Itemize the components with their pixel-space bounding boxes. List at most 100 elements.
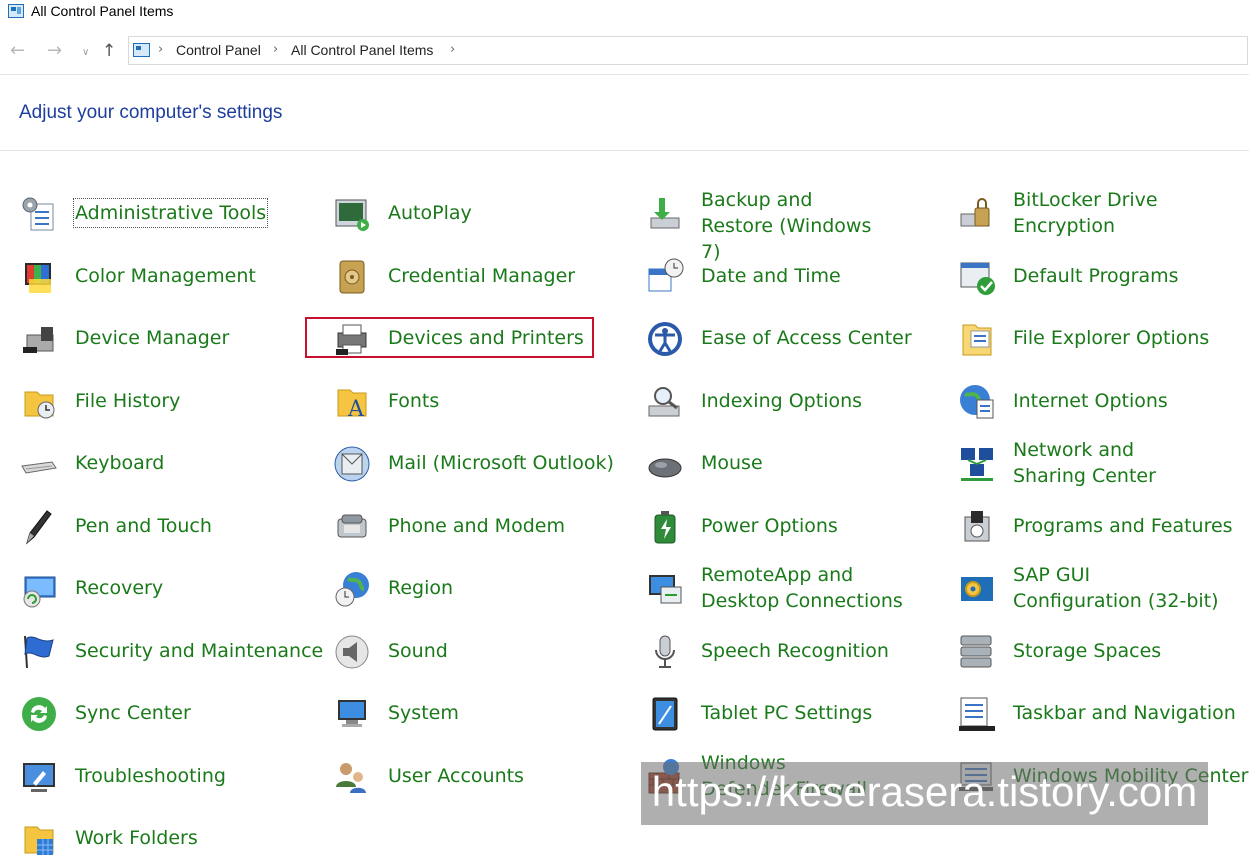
control-panel-item-power-options[interactable]: Power Options xyxy=(645,505,935,549)
item-label[interactable]: Administrative Tools xyxy=(72,198,269,228)
control-panel-item-system[interactable]: System xyxy=(332,692,622,736)
item-label[interactable]: Sync Center xyxy=(75,700,191,726)
item-label[interactable]: Pen and Touch xyxy=(75,513,212,539)
control-panel-item-work-folders[interactable]: Work Folders xyxy=(19,817,309,861)
ease-of-access-icon xyxy=(645,319,685,359)
control-panel-item-phone-and-modem[interactable]: Phone and Modem xyxy=(332,505,622,549)
item-label[interactable]: Ease of Access Center xyxy=(701,325,912,351)
item-label[interactable]: File History xyxy=(75,388,180,414)
item-label[interactable]: Recovery xyxy=(75,575,163,601)
item-label[interactable]: System xyxy=(388,700,459,726)
control-panel-item-internet-options[interactable]: Internet Options xyxy=(957,380,1247,424)
control-panel-item-region[interactable]: Region xyxy=(332,567,622,611)
forward-arrow-icon[interactable]: → xyxy=(47,40,62,62)
control-panel-item-administrative-tools[interactable]: Administrative Tools xyxy=(19,192,309,236)
item-label[interactable]: Device Manager xyxy=(75,325,229,351)
item-label[interactable]: SAP GUI Configuration (32-bit) xyxy=(1013,562,1223,614)
item-label[interactable]: BitLocker Drive Encryption xyxy=(1013,187,1223,239)
item-label[interactable]: Backup and Restore (Windows 7) xyxy=(701,187,886,265)
control-panel-item-speech-recognition[interactable]: Speech Recognition xyxy=(645,630,935,674)
item-label[interactable]: Region xyxy=(388,575,453,601)
item-label[interactable]: AutoPlay xyxy=(388,200,472,226)
divider xyxy=(0,74,1249,75)
control-panel-item-ease-of-access-center[interactable]: Ease of Access Center xyxy=(645,317,935,361)
keyboard-icon xyxy=(19,444,59,484)
control-panel-item-sound[interactable]: Sound xyxy=(332,630,622,674)
control-panel-item-security-and-maintenance[interactable]: Security and Maintenance xyxy=(19,630,323,674)
item-label[interactable]: File Explorer Options xyxy=(1013,325,1209,351)
address-bar[interactable]: › Control Panel › All Control Panel Item… xyxy=(128,36,1248,65)
control-panel-item-fonts[interactable]: A Fonts xyxy=(332,380,622,424)
breadcrumb-chevron-icon[interactable]: › xyxy=(158,42,163,57)
control-panel-item-mail-microsoft-outlook[interactable]: Mail (Microsoft Outlook) xyxy=(332,442,622,486)
divider xyxy=(0,150,1249,151)
breadcrumb-chevron-icon[interactable]: › xyxy=(450,42,455,57)
control-panel-icon xyxy=(8,4,24,18)
item-label[interactable]: Network and Sharing Center xyxy=(1013,437,1213,489)
control-panel-item-pen-and-touch[interactable]: Pen and Touch xyxy=(19,505,309,549)
control-panel-icon xyxy=(133,43,150,57)
item-label[interactable]: Keyboard xyxy=(75,450,164,476)
item-label[interactable]: Mouse xyxy=(701,450,763,476)
control-panel-item-user-accounts[interactable]: User Accounts xyxy=(332,755,622,799)
breadcrumb-chevron-icon[interactable]: › xyxy=(273,42,278,57)
control-panel-item-autoplay[interactable]: AutoPlay xyxy=(332,192,622,236)
folder-options-icon xyxy=(957,319,997,359)
item-label[interactable]: Color Management xyxy=(75,263,256,289)
item-label[interactable]: Troubleshooting xyxy=(75,763,226,789)
item-label[interactable]: Date and Time xyxy=(701,263,841,289)
control-panel-item-recovery[interactable]: Recovery xyxy=(19,567,309,611)
item-label[interactable]: Mail (Microsoft Outlook) xyxy=(388,450,614,476)
control-panel-item-remoteapp-and-desktop-connections[interactable]: RemoteApp and Desktop Connections xyxy=(645,564,935,612)
control-panel-item-device-manager[interactable]: Device Manager xyxy=(19,317,309,361)
control-panel-item-programs-and-features[interactable]: Programs and Features xyxy=(957,505,1247,549)
control-panel-item-storage-spaces[interactable]: Storage Spaces xyxy=(957,630,1247,674)
item-label[interactable]: Fonts xyxy=(388,388,439,414)
control-panel-item-file-explorer-options[interactable]: File Explorer Options xyxy=(957,317,1247,361)
mail-icon xyxy=(332,444,372,484)
back-arrow-icon[interactable]: ← xyxy=(10,40,25,62)
system-monitor-icon xyxy=(332,694,372,734)
microphone-icon xyxy=(645,632,685,672)
item-label[interactable]: User Accounts xyxy=(388,763,524,789)
breadcrumb-all-items[interactable]: All Control Panel Items xyxy=(291,42,433,58)
item-label[interactable]: Work Folders xyxy=(75,825,198,851)
control-panel-item-file-history[interactable]: File History xyxy=(19,380,309,424)
highlight-box xyxy=(305,317,594,358)
control-panel-item-credential-manager[interactable]: Credential Manager xyxy=(332,255,622,299)
control-panel-item-indexing-options[interactable]: Indexing Options xyxy=(645,380,935,424)
item-label[interactable]: RemoteApp and Desktop Connections xyxy=(701,562,931,614)
control-panel-item-tablet-pc-settings[interactable]: Tablet PC Settings xyxy=(645,692,935,736)
control-panel-item-network-and-sharing-center[interactable]: Network and Sharing Center xyxy=(957,439,1247,487)
admin-tools-icon xyxy=(19,194,59,234)
breadcrumb-control-panel[interactable]: Control Panel xyxy=(176,42,261,58)
item-label[interactable]: Security and Maintenance xyxy=(75,638,323,664)
control-panel-item-mouse[interactable]: Mouse xyxy=(645,442,935,486)
item-label[interactable]: Programs and Features xyxy=(1013,513,1233,539)
device-manager-icon xyxy=(19,319,59,359)
control-panel-item-sync-center[interactable]: Sync Center xyxy=(19,692,309,736)
item-label[interactable]: Taskbar and Navigation xyxy=(1013,700,1236,726)
item-label[interactable]: Sound xyxy=(388,638,448,664)
recent-locations-chevron-icon[interactable]: ∨ xyxy=(82,42,89,64)
control-panel-item-default-programs[interactable]: Default Programs xyxy=(957,255,1247,299)
item-label[interactable]: Phone and Modem xyxy=(388,513,565,539)
control-panel-item-color-management[interactable]: Color Management xyxy=(19,255,309,299)
control-panel-item-date-and-time[interactable]: Date and Time xyxy=(645,255,935,299)
item-label[interactable]: Storage Spaces xyxy=(1013,638,1161,664)
control-panel-item-bitlocker-drive-encryption[interactable]: BitLocker Drive Encryption xyxy=(957,189,1247,237)
item-label[interactable]: Speech Recognition xyxy=(701,638,889,664)
item-label[interactable]: Default Programs xyxy=(1013,263,1179,289)
control-panel-item-backup-and-restore-windows-7[interactable]: Backup and Restore (Windows 7) xyxy=(645,189,935,263)
default-programs-icon xyxy=(957,257,997,297)
item-label[interactable]: Indexing Options xyxy=(701,388,862,414)
up-arrow-icon[interactable]: ↑ xyxy=(102,40,116,62)
control-panel-item-sap-gui-configuration-32-bit[interactable]: SAP GUI Configuration (32-bit) xyxy=(957,564,1247,612)
control-panel-item-troubleshooting[interactable]: Troubleshooting xyxy=(19,755,309,799)
item-label[interactable]: Power Options xyxy=(701,513,838,539)
control-panel-item-taskbar-and-navigation[interactable]: Taskbar and Navigation xyxy=(957,692,1247,736)
item-label[interactable]: Credential Manager xyxy=(388,263,575,289)
control-panel-item-keyboard[interactable]: Keyboard xyxy=(19,442,309,486)
item-label[interactable]: Internet Options xyxy=(1013,388,1168,414)
item-label[interactable]: Tablet PC Settings xyxy=(701,700,872,726)
